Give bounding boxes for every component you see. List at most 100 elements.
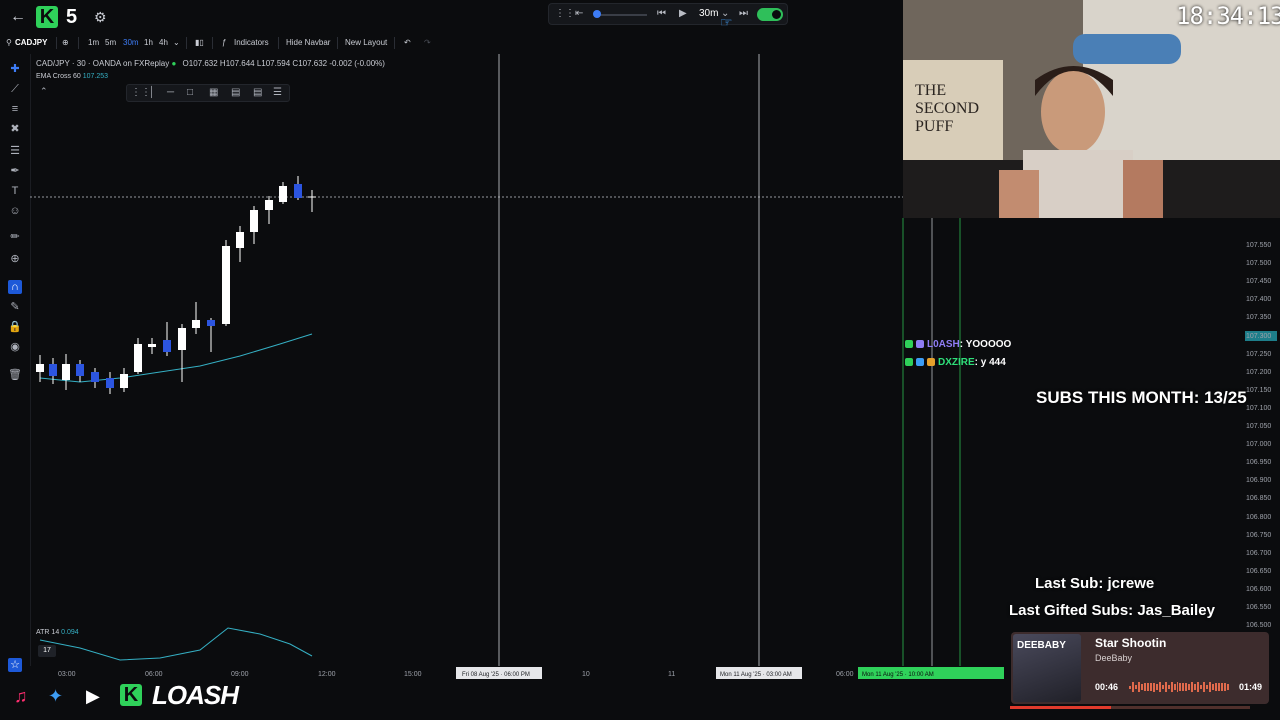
app-logo[interactable]: K: [36, 6, 58, 28]
floating-drawing-toolbar: ⋮⋮ │ ─ □ ▦ ▤ ▤ ☰: [126, 84, 290, 102]
collapse-legend-icon[interactable]: ⌃: [40, 86, 48, 97]
magnet-icon[interactable]: ∩: [8, 280, 22, 294]
price-axis-label: 107.550: [1246, 242, 1272, 249]
redo-icon[interactable]: ↷: [424, 38, 431, 47]
waveform-bar: [1209, 682, 1212, 692]
price-axis-label: 106.550: [1246, 604, 1272, 611]
last-gifted-subs: Last Gifted Subs: Jas_Bailey: [1009, 602, 1215, 619]
add-symbol-icon[interactable]: ⊕: [62, 38, 69, 47]
replay-speed-slider[interactable]: [595, 14, 647, 16]
waveform-bar: [1191, 682, 1194, 692]
fib-icon[interactable]: ☰: [8, 144, 22, 158]
interval-1h[interactable]: 1h: [144, 38, 153, 47]
album-text: DEEBABY: [1017, 640, 1066, 651]
interval-5m[interactable]: 5m: [105, 38, 116, 47]
chart-canvas[interactable]: [30, 54, 903, 666]
price-axis-label: 106.600: [1246, 585, 1272, 593]
search-icon[interactable]: ⚲: [6, 38, 12, 47]
fib-retracement-icon[interactable]: ▤: [231, 87, 240, 98]
horizontal-line-icon[interactable]: ─: [167, 87, 174, 98]
waveform-bar: [1188, 683, 1191, 691]
rectangle-icon[interactable]: □: [187, 87, 193, 98]
time-axis-label: Mon 11 Aug '25 · 10:00 AM: [862, 672, 934, 678]
ema-legend[interactable]: EMA Cross 60 107.253: [36, 73, 108, 80]
eye-icon[interactable]: ◉: [8, 340, 22, 354]
waveform-bar: [1226, 683, 1229, 691]
waveform-bar: [1140, 683, 1143, 691]
time-axis-label: 03:00: [58, 671, 76, 678]
emoji-icon[interactable]: ☺: [8, 204, 22, 218]
replay-toggle[interactable]: [757, 8, 783, 21]
text-tool-icon[interactable]: T: [8, 184, 22, 198]
undo-icon[interactable]: ↶: [404, 38, 411, 47]
crosshair-icon[interactable]: ✚: [8, 62, 22, 76]
drag-handle-icon[interactable]: ⋮⋮: [131, 87, 151, 98]
replay-interval-select[interactable]: 30m: [699, 8, 718, 19]
ruler-icon[interactable]: ✏: [8, 230, 22, 244]
pitchfork-icon[interactable]: ✖: [8, 122, 22, 136]
time-axis-label: Fri 08 Aug '25 · 06:00 PM: [462, 672, 530, 678]
position-icon[interactable]: ▤: [253, 87, 262, 98]
drawing-tools-sidebar: ✚ ⟋ ≡ ✖ ☰ ✒ T ☺ ✏ ⊕ ∩ ✎ 🔒 ◉ 🗑 ☆: [0, 56, 30, 686]
price-axis-label: 107.250: [1246, 350, 1272, 358]
waveform-bar: [1170, 682, 1173, 692]
app-logo-number: 5: [66, 6, 78, 28]
interval-1m[interactable]: 1m: [88, 38, 99, 47]
waveform-bar: [1212, 683, 1215, 691]
drag-handle-icon[interactable]: ⋮⋮: [555, 8, 575, 19]
price-axis-label: 107.000: [1246, 441, 1272, 449]
track-duration: 01:49: [1239, 682, 1263, 692]
step-forward-icon[interactable]: ⏭: [739, 8, 748, 19]
symbol-search[interactable]: CADJPY: [15, 38, 47, 47]
chart-toolbar: ⚲ CADJPY ⊕ 1m 5m 30m 1h 4h ⌄ ▮▯ ƒ Indica…: [0, 34, 903, 52]
lock-icon[interactable]: 🔒: [8, 320, 22, 334]
play-icon[interactable]: ▶: [679, 8, 687, 19]
waveform: [1129, 682, 1229, 692]
svg-text:SECOND: SECOND: [915, 100, 979, 117]
waveform-bar: [1167, 685, 1170, 689]
price-axis-label: 107.200: [1246, 368, 1272, 376]
list-icon[interactable]: ☰: [273, 87, 282, 98]
price-axis-label: 106.800: [1246, 513, 1272, 521]
chat-text: : y 444: [974, 356, 1006, 368]
time-axis-label: 09:00: [231, 671, 249, 678]
candles-icon[interactable]: ▮▯: [195, 38, 204, 47]
star-icon[interactable]: ☆: [8, 658, 22, 672]
youtube-icon: ▶: [86, 686, 100, 706]
new-layout-button[interactable]: New Layout: [345, 38, 387, 47]
tiktok-icon: ♫: [14, 686, 28, 706]
atr-legend[interactable]: ATR 14 0.094: [36, 629, 79, 636]
arrow-left-icon[interactable]: ←: [10, 8, 26, 26]
time-axis-label: 15:00: [404, 671, 422, 678]
price-axis-label: 106.500: [1246, 622, 1272, 630]
time-axis-label: 06:00: [836, 671, 854, 678]
replay-controls: ⋮⋮ ⇤ ⏮ ▶ 30m ⌄ ⏭: [548, 3, 788, 25]
hide-navbar-button[interactable]: Hide Navbar: [286, 38, 330, 47]
vertical-line-icon[interactable]: │: [149, 87, 155, 98]
indicators-icon[interactable]: ƒ: [222, 38, 226, 47]
jump-start-icon[interactable]: ⇤: [575, 8, 583, 19]
gift-badge-icon: [927, 358, 935, 366]
interval-30m[interactable]: 30m: [123, 38, 139, 47]
waveform-bar: [1134, 684, 1137, 690]
stay-drawing-icon[interactable]: ✎: [8, 300, 22, 314]
trendline-icon[interactable]: ⟋: [8, 82, 22, 96]
chevron-down-icon[interactable]: ⌄: [173, 38, 180, 47]
price-axis-label: 106.900: [1246, 477, 1272, 485]
interval-4h[interactable]: 4h: [159, 38, 168, 47]
symbol-title[interactable]: CAD/JPY · 30 · OANDA on FXReplay: [36, 59, 169, 68]
step-back-icon[interactable]: ⏮: [657, 8, 666, 19]
grid-icon[interactable]: ▦: [209, 87, 218, 98]
track-progress-fill: [1010, 706, 1111, 709]
atr-value: 0.094: [61, 629, 79, 636]
price-axis-label: 106.650: [1246, 567, 1272, 575]
replay-speed-knob[interactable]: [593, 10, 601, 18]
horizontal-lines-icon[interactable]: ≡: [8, 102, 22, 116]
brush-icon[interactable]: ✒: [8, 164, 22, 178]
trash-icon[interactable]: 🗑: [8, 368, 22, 382]
gear-icon[interactable]: ⚙: [94, 9, 107, 26]
waveform-bar: [1173, 684, 1176, 690]
zoom-icon[interactable]: ⊕: [8, 252, 22, 266]
waveform-bar: [1221, 683, 1223, 691]
indicators-button[interactable]: Indicators: [234, 38, 269, 47]
